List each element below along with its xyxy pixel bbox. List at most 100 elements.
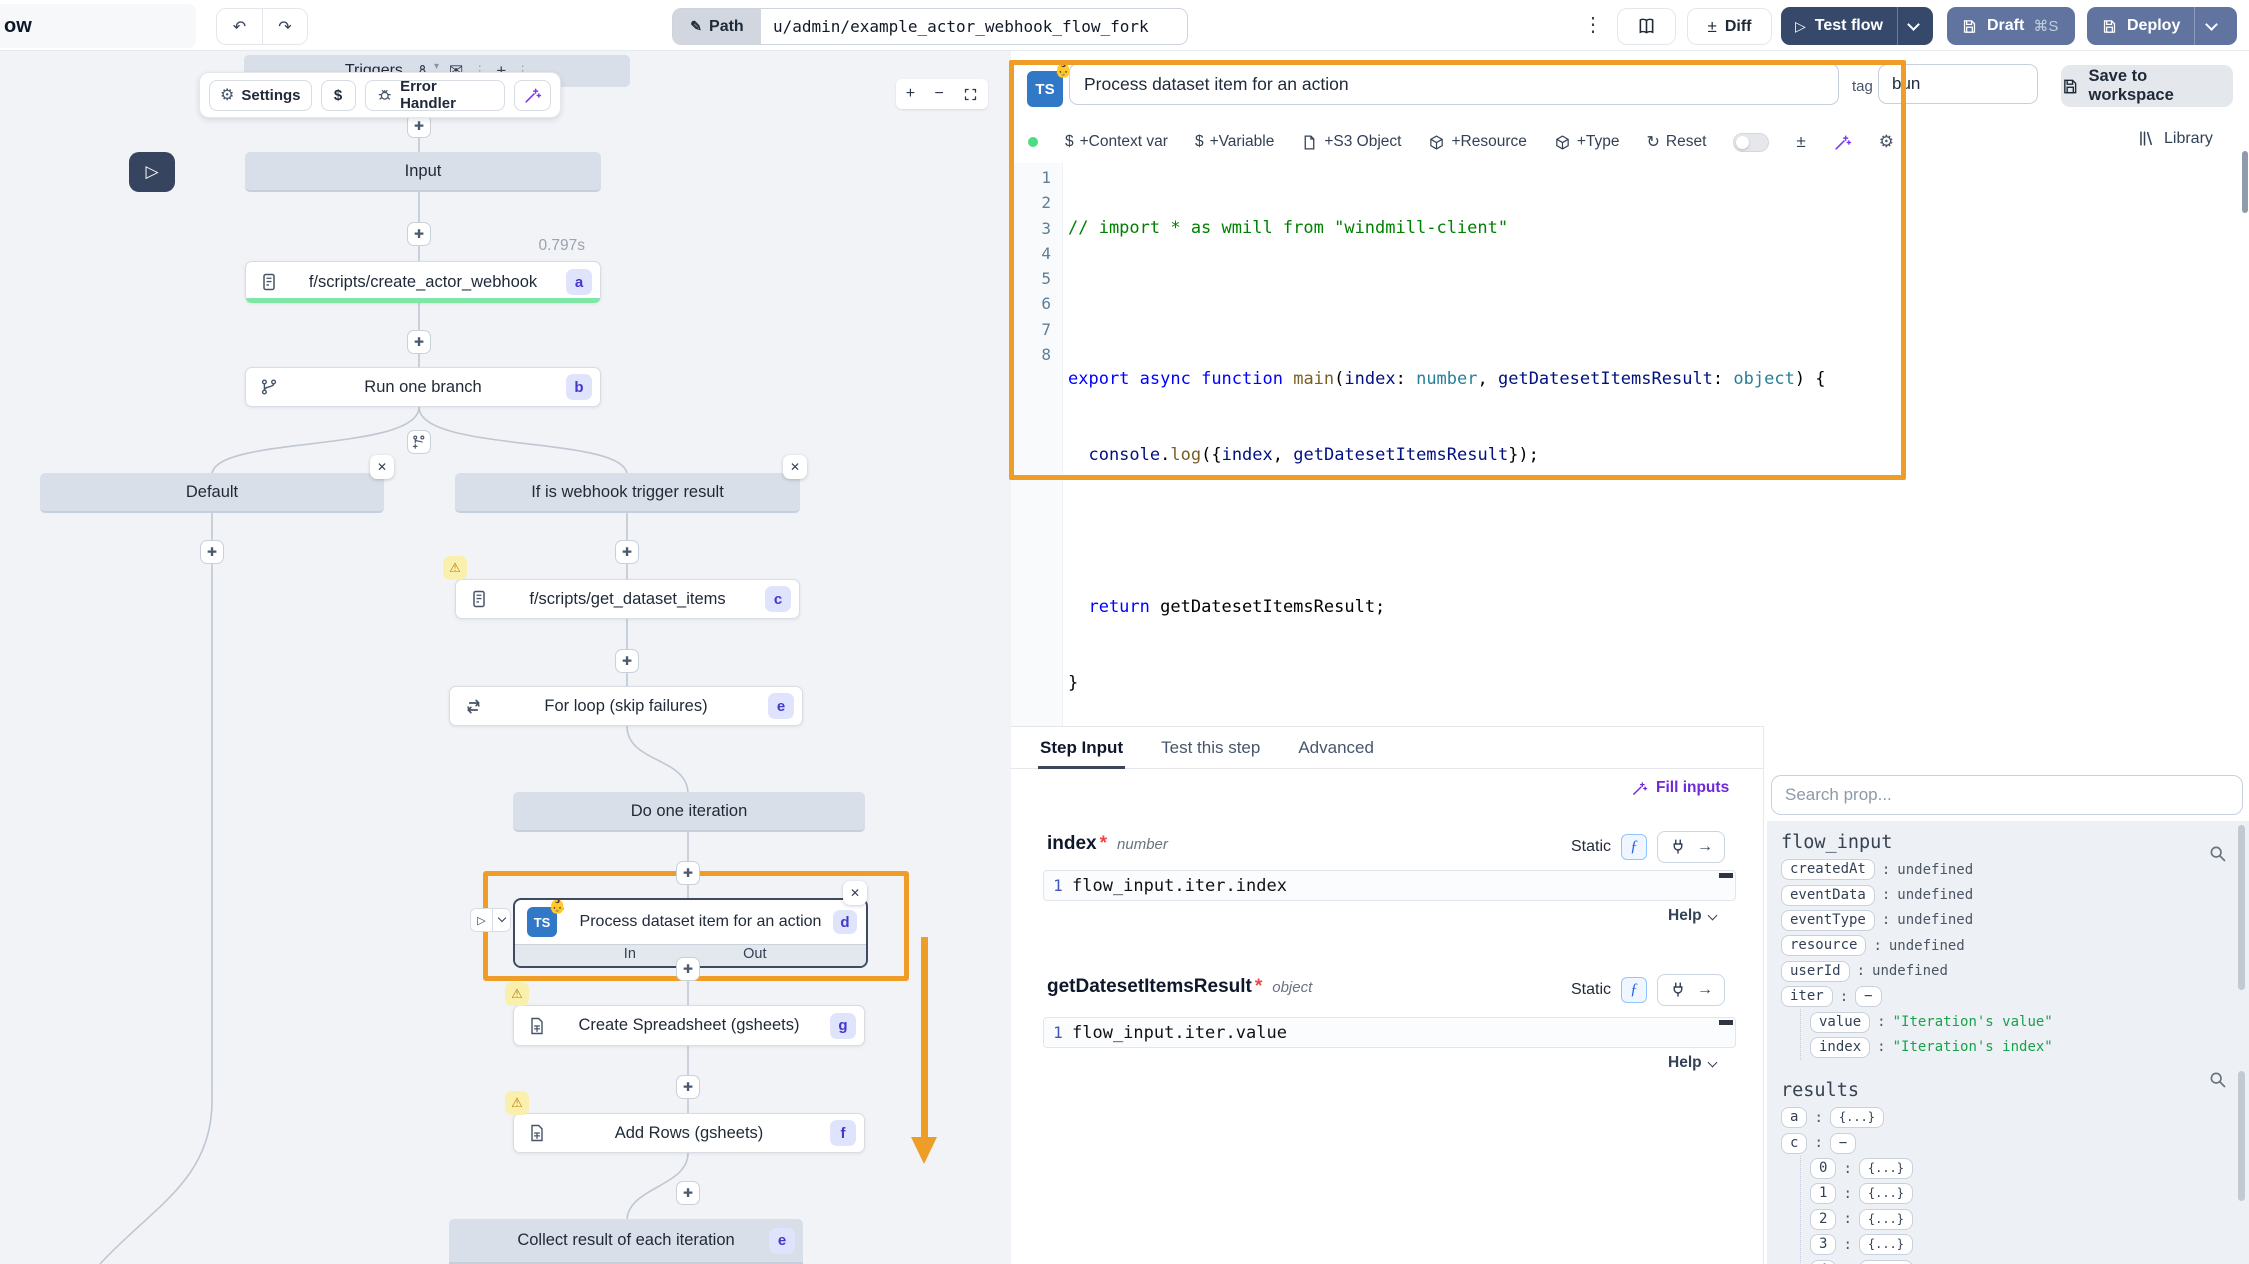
ai-assistant-button[interactable]	[514, 80, 551, 111]
result-row[interactable]: 1:{...}	[1810, 1181, 2235, 1206]
collapse-toggle[interactable]: −	[1855, 986, 1881, 1007]
run-one-branch-node[interactable]: Run one branch b	[245, 367, 601, 407]
expression-input-index[interactable]: 1 flow_input.iter.index	[1043, 870, 1736, 901]
add-step-button[interactable]: ✚	[200, 540, 224, 564]
scrollbar-thumb[interactable]	[2238, 1071, 2245, 1201]
prop-row[interactable]: value:"Iteration's value"	[1810, 1009, 2235, 1034]
expression-input-getDatesetItemsResult[interactable]: 1 flow_input.iter.value	[1043, 1017, 1736, 1048]
assistant-toggle[interactable]	[1733, 133, 1769, 152]
prop-row[interactable]: userId:undefined	[1781, 959, 2235, 984]
prop-row[interactable]: eventType:undefined	[1781, 908, 2235, 933]
add-context-var-button[interactable]: $+Context var	[1065, 133, 1168, 151]
flow-canvas[interactable]: Triggers ▾ ✉ ⋮ + ⋮ ⚙ Settings $ Error Ha…	[0, 51, 1011, 1264]
add-step-button[interactable]: ✚	[676, 957, 700, 981]
path-field[interactable]: ✎ Path u/admin/example_actor_webhook_flo…	[672, 8, 1188, 45]
diff-button[interactable]: ± Diff	[1687, 8, 1772, 45]
undo-button[interactable]: ↶	[217, 9, 262, 44]
prop-row-expandable[interactable]: iter:−	[1781, 984, 2235, 1009]
input-node[interactable]: Input	[245, 152, 601, 192]
result-row[interactable]: 3:{...}	[1810, 1232, 2235, 1257]
delete-branch-button[interactable]: ✕	[370, 455, 394, 479]
save-to-workspace-button[interactable]: Save to workspace	[2061, 65, 2233, 107]
add-rows-node[interactable]: Add Rows (gsheets) f	[513, 1113, 865, 1153]
add-step-button[interactable]: ✚	[676, 1075, 700, 1099]
tab-step-input[interactable]: Step Input	[1040, 727, 1123, 768]
tag-input[interactable]	[1878, 64, 2038, 104]
deploy-dropdown[interactable]	[2194, 7, 2227, 45]
search-icon[interactable]	[2207, 1069, 2228, 1090]
add-resource-button[interactable]: +Resource	[1428, 133, 1526, 151]
get-dataset-items-node[interactable]: f/scripts/get_dataset_items c	[455, 579, 800, 619]
collect-result-node[interactable]: Collect result of each iteration e	[449, 1219, 803, 1264]
step-name-input[interactable]	[1069, 63, 1839, 105]
plusminus-icon[interactable]: ±	[1796, 132, 1805, 152]
run-step-button[interactable]: ▷	[471, 909, 493, 931]
delete-step-button[interactable]: ✕	[843, 881, 867, 905]
prop-row[interactable]: resource:undefined	[1781, 933, 2235, 958]
webhook-branch-node[interactable]: If is webhook trigger result	[455, 473, 800, 513]
help-toggle[interactable]: Help	[1668, 1054, 1716, 1072]
search-prop-input[interactable]	[1771, 775, 2243, 815]
result-row[interactable]: 2:{...}	[1810, 1207, 2235, 1232]
delete-branch-button[interactable]: ✕	[783, 455, 807, 479]
default-branch-node[interactable]: Default	[40, 473, 384, 513]
add-s3-object-button[interactable]: +S3 Object	[1301, 133, 1401, 151]
run-step-dropdown[interactable]	[493, 909, 510, 931]
code-editor[interactable]: // import * as wmill from "windmill-clie…	[1068, 165, 1826, 823]
gear-icon[interactable]: ⚙	[1879, 132, 1894, 152]
node-in-handle[interactable]: In	[624, 946, 636, 962]
result-row[interactable]: 4:{...}	[1810, 1257, 2235, 1264]
library-button[interactable]: Library	[2137, 129, 2213, 148]
add-variable-button[interactable]: $+Variable	[1195, 133, 1274, 151]
tab-test-this-step[interactable]: Test this step	[1161, 727, 1260, 768]
editor-scrollbar[interactable]	[2242, 151, 2248, 213]
prop-row[interactable]: eventData:undefined	[1781, 882, 2235, 907]
add-type-button[interactable]: +Type	[1554, 133, 1620, 151]
scrollbar-thumb[interactable]	[2238, 825, 2245, 990]
docs-button[interactable]	[1617, 8, 1676, 45]
collapse-toggle[interactable]: −	[1830, 1133, 1856, 1154]
zoom-out-button[interactable]: −	[935, 85, 944, 103]
draft-button[interactable]: Draft ⌘S	[1947, 7, 2075, 45]
add-step-button[interactable]: ✚	[615, 649, 639, 673]
pencil-icon: ✎	[690, 18, 702, 35]
deploy-button[interactable]: Deploy	[2087, 7, 2237, 45]
add-step-button[interactable]: ✚	[407, 222, 431, 246]
result-row-expandable[interactable]: c:−	[1781, 1131, 2235, 1156]
expression-mode-button[interactable]: ƒ	[1621, 834, 1647, 860]
add-step-button[interactable]: ✚	[676, 861, 700, 885]
connect-input-buttons[interactable]: →	[1657, 831, 1725, 863]
fit-view-button[interactable]	[963, 87, 978, 102]
node-out-handle[interactable]: Out	[743, 946, 766, 962]
connect-input-buttons[interactable]: →	[1657, 974, 1725, 1006]
add-step-button[interactable]: ✚	[615, 540, 639, 564]
prop-row[interactable]: index:"Iteration's index"	[1810, 1035, 2235, 1060]
create-spreadsheet-node[interactable]: Create Spreadsheet (gsheets) g	[513, 1005, 865, 1046]
more-menu-button[interactable]: ⋮	[1583, 12, 1603, 37]
fill-inputs-button[interactable]: Fill inputs	[1631, 779, 1729, 797]
add-step-button[interactable]: ✚	[676, 1181, 700, 1205]
flow-settings-button[interactable]: ⚙ Settings	[209, 80, 312, 111]
do-one-iteration-node[interactable]: Do one iteration	[513, 792, 865, 832]
reset-code-button[interactable]: ↻Reset	[1647, 132, 1707, 152]
flow-input-title: flow_input	[1781, 829, 2235, 857]
error-handler-button[interactable]: Error Handler	[365, 80, 505, 111]
result-row[interactable]: 0:{...}	[1810, 1156, 2235, 1181]
add-step-button[interactable]: ✚	[407, 330, 431, 354]
prop-row[interactable]: createdAt:undefined	[1781, 857, 2235, 882]
search-icon[interactable]	[2207, 843, 2228, 864]
magic-wand-icon[interactable]	[1833, 133, 1852, 152]
test-flow-dropdown[interactable]	[1897, 7, 1930, 45]
for-loop-node[interactable]: For loop (skip failures) e	[449, 686, 803, 726]
help-toggle[interactable]: Help	[1668, 907, 1716, 925]
test-flow-button[interactable]: ▷Test flow	[1781, 7, 1933, 45]
result-row[interactable]: a:{...}	[1781, 1105, 2235, 1130]
zoom-in-button[interactable]: +	[906, 85, 915, 103]
tab-advanced[interactable]: Advanced	[1298, 727, 1374, 768]
expression-mode-button[interactable]: ƒ	[1621, 977, 1647, 1003]
add-branch-button[interactable]	[407, 430, 431, 454]
run-flow-button[interactable]: ▷	[129, 152, 175, 192]
redo-button[interactable]: ↷	[262, 9, 307, 44]
create-actor-webhook-node[interactable]: f/scripts/create_actor_webhook a	[245, 261, 601, 303]
context-variables-button[interactable]: $	[321, 80, 356, 111]
